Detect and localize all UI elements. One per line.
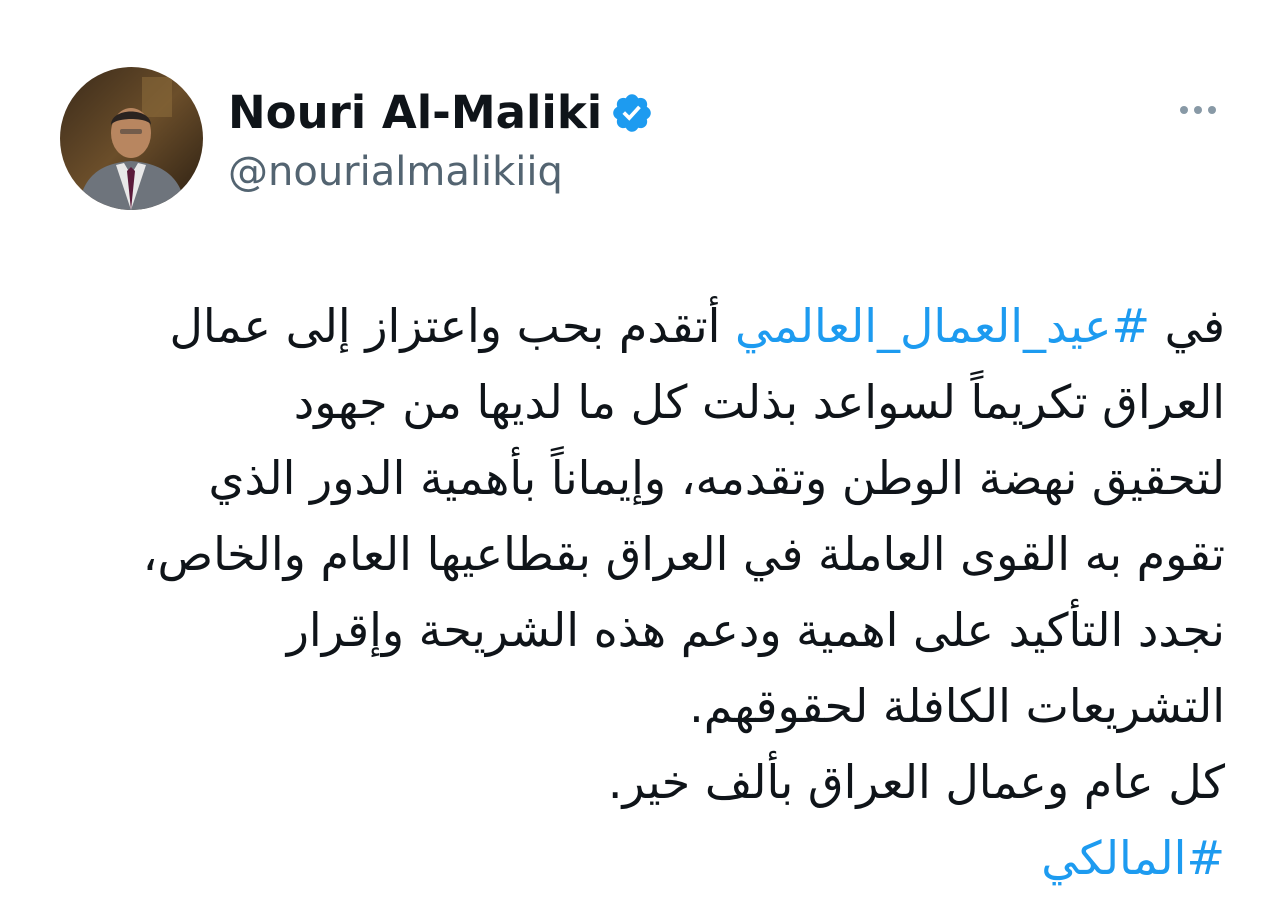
tweet-text: في #عيد_العمال_العالمي أتقدم بحب واعتزاز… <box>60 288 1225 896</box>
tweet-line-7: كل عام وعمال العراق بألف خير. <box>607 755 1225 809</box>
tweet-line-5: نجدد التأكيد على اهمية ودعم هذه الشريحة … <box>286 603 1225 657</box>
more-horizontal-icon <box>1180 106 1216 114</box>
tweet-line-4: تقوم به القوى العاملة في العراق بقطاعيها… <box>142 527 1225 581</box>
display-name[interactable]: Nouri Al-Maliki <box>228 86 602 139</box>
tweet-text-segment: في <box>1150 299 1225 353</box>
avatar[interactable] <box>60 67 203 210</box>
hashtag-link[interactable]: #المالكي <box>60 820 1225 896</box>
tweet-line-6: التشريعات الكافلة لحقوقهم. <box>689 679 1225 733</box>
tweet-line-2: العراق تكريماً لسواعد بذلت كل ما لديها م… <box>293 375 1225 429</box>
verified-badge-icon <box>610 91 654 135</box>
tweet-line-1: في #عيد_العمال_العالمي أتقدم بحب واعتزاز… <box>60 288 1225 364</box>
display-name-row[interactable]: Nouri Al-Maliki <box>228 82 654 141</box>
tweet-text-segment: أتقدم بحب واعتزاز إلى عمال <box>169 299 736 353</box>
user-handle[interactable]: @nourialmalikiiq <box>228 146 563 198</box>
tweet-line-3: لتحقيق نهضة الوطن وتقدمه، وإيماناً بأهمي… <box>208 451 1225 505</box>
more-options-button[interactable] <box>1170 90 1226 130</box>
hashtag-link[interactable]: #عيد_العمال_العالمي <box>735 299 1150 353</box>
profile-photo <box>60 67 203 210</box>
